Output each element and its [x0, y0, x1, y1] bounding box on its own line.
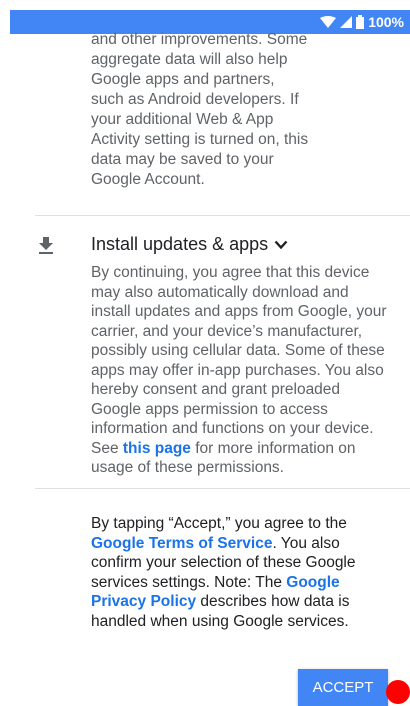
touch-indicator	[386, 680, 410, 704]
accept-button[interactable]: ACCEPT	[298, 669, 388, 706]
this-page-link[interactable]: this page	[123, 440, 191, 457]
divider	[35, 215, 410, 216]
install-updates-toggle[interactable]: Install updates & apps	[91, 234, 288, 255]
battery-percentage: 100%	[368, 14, 404, 30]
consent-paragraph: By tapping “Accept,” you agree to the Go…	[91, 514, 381, 631]
wifi-icon	[320, 16, 337, 28]
divider	[35, 488, 410, 489]
updates-paragraph: By continuing, you agree that this devic…	[91, 263, 391, 478]
intro-paragraph: and other improvements. Some aggregate d…	[91, 31, 309, 188]
download-icon	[38, 237, 54, 255]
chevron-down-icon	[274, 240, 288, 250]
updates-text-part1: By continuing, you agree that this devic…	[91, 264, 387, 457]
battery-icon	[356, 15, 365, 29]
section-heading: Install updates & apps	[91, 234, 269, 254]
consent-text-part1: By tapping “Accept,” you agree to the	[91, 515, 347, 532]
cell-signal-icon	[340, 16, 353, 28]
terms-of-service-link[interactable]: Google Terms of Service	[91, 535, 272, 552]
